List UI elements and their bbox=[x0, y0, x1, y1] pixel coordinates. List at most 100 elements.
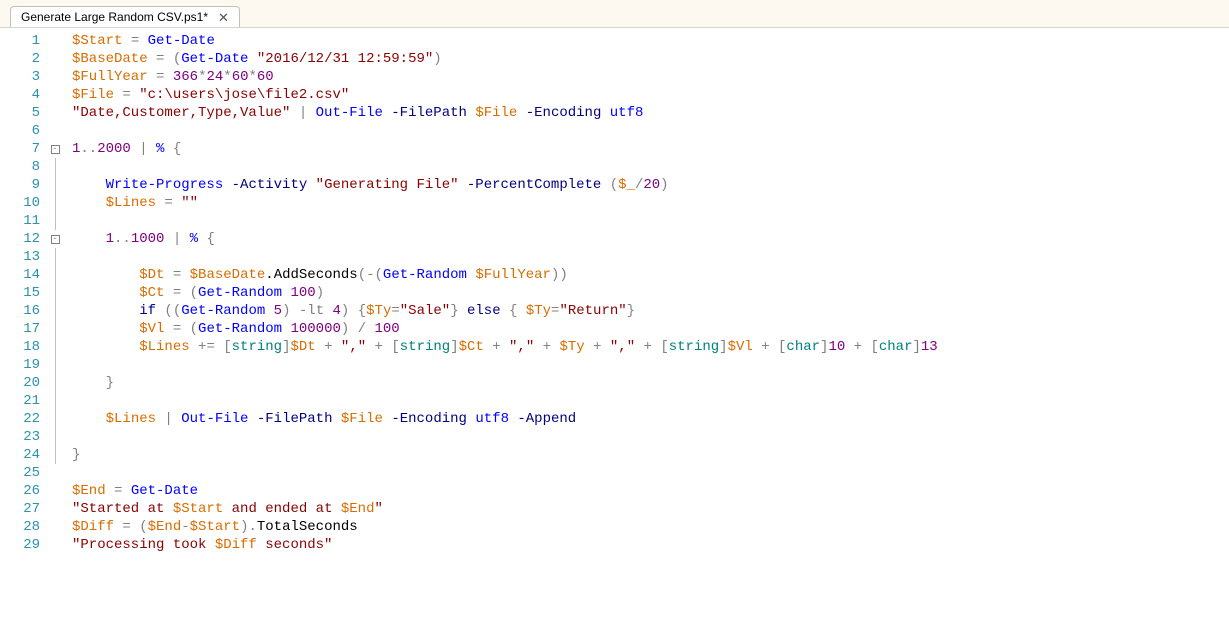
parameter: -Encoding bbox=[391, 411, 467, 427]
line-number: 11 bbox=[0, 212, 40, 230]
number: 366 bbox=[173, 69, 198, 85]
tab-file[interactable]: Generate Large Random CSV.ps1* ✕ bbox=[10, 6, 240, 27]
line-number: 13 bbox=[0, 248, 40, 266]
code-line bbox=[72, 248, 1229, 266]
method: AddSeconds bbox=[274, 267, 358, 283]
token: + bbox=[316, 339, 341, 355]
token: ) bbox=[660, 177, 668, 193]
token: [ bbox=[870, 339, 878, 355]
line-number: 19 bbox=[0, 356, 40, 374]
variable: $BaseDate bbox=[72, 51, 148, 67]
token: = ( bbox=[164, 285, 198, 301]
token: ) bbox=[433, 51, 441, 67]
variable: $Ty bbox=[526, 303, 551, 319]
fold-cell bbox=[48, 356, 62, 374]
fold-line bbox=[55, 284, 56, 302]
token: | bbox=[156, 411, 181, 427]
token: [ bbox=[223, 339, 231, 355]
number: 10 bbox=[828, 339, 845, 355]
number: 60 bbox=[232, 69, 249, 85]
token: } bbox=[106, 375, 114, 391]
token: + bbox=[484, 339, 509, 355]
type: char bbox=[786, 339, 820, 355]
string: "2016/12/31 12:59:59" bbox=[257, 51, 433, 67]
line-number: 14 bbox=[0, 266, 40, 284]
close-icon[interactable]: ✕ bbox=[216, 11, 231, 24]
code-area[interactable]: $Start = Get-Date$BaseDate = (Get-Date "… bbox=[62, 28, 1229, 626]
string: and ended at bbox=[223, 501, 341, 517]
variable: $Start bbox=[173, 501, 223, 517]
parameter: -PercentComplete bbox=[467, 177, 601, 193]
fold-toggle-icon[interactable]: - bbox=[51, 145, 60, 154]
fold-cell: - bbox=[48, 230, 62, 248]
token: ) bbox=[316, 285, 324, 301]
line-number: 8 bbox=[0, 158, 40, 176]
token: = bbox=[148, 69, 173, 85]
fold-cell bbox=[48, 392, 62, 410]
code-line bbox=[72, 356, 1229, 374]
token: ). bbox=[240, 519, 257, 535]
line-number: 5 bbox=[0, 104, 40, 122]
token: + bbox=[585, 339, 610, 355]
token bbox=[248, 51, 256, 67]
fold-line bbox=[55, 356, 56, 374]
token: = ( bbox=[164, 321, 198, 337]
fold-line bbox=[55, 248, 56, 266]
code-editor[interactable]: 1234567891011121314151617181920212223242… bbox=[0, 28, 1229, 626]
argument: utf8 bbox=[610, 105, 644, 121]
tab-bar: Generate Large Random CSV.ps1* ✕ bbox=[0, 0, 1229, 28]
token: [ bbox=[660, 339, 668, 355]
fold-cell bbox=[48, 212, 62, 230]
line-number: 3 bbox=[0, 68, 40, 86]
fold-cell bbox=[48, 536, 62, 554]
argument: utf8 bbox=[475, 411, 509, 427]
token: + bbox=[534, 339, 559, 355]
string: "" bbox=[181, 195, 198, 211]
fold-line bbox=[55, 392, 56, 410]
token: )) bbox=[551, 267, 568, 283]
code-line: } bbox=[72, 374, 1229, 392]
line-number: 17 bbox=[0, 320, 40, 338]
token: * bbox=[223, 69, 231, 85]
token: = bbox=[156, 195, 181, 211]
code-line: $Lines | Out-File -FilePath $File -Encod… bbox=[72, 410, 1229, 428]
token bbox=[265, 303, 273, 319]
line-number: 15 bbox=[0, 284, 40, 302]
token: = bbox=[114, 87, 139, 103]
token: + bbox=[635, 339, 660, 355]
type: string bbox=[669, 339, 719, 355]
fold-line bbox=[55, 446, 56, 464]
code-line: $Ct = (Get-Random 100) bbox=[72, 284, 1229, 302]
cmdlet: Get-Random bbox=[383, 267, 467, 283]
parameter: -FilePath bbox=[391, 105, 467, 121]
string: "Return" bbox=[559, 303, 626, 319]
line-number: 18 bbox=[0, 338, 40, 356]
method: TotalSeconds bbox=[257, 519, 358, 535]
token: | bbox=[290, 105, 315, 121]
token: + bbox=[366, 339, 391, 355]
fold-cell bbox=[48, 50, 62, 68]
variable: $End bbox=[148, 519, 182, 535]
token: .. bbox=[114, 231, 131, 247]
cmdlet: Get-Random bbox=[181, 303, 265, 319]
variable: $Dt bbox=[290, 339, 315, 355]
fold-cell bbox=[48, 176, 62, 194]
variable: $End bbox=[341, 501, 375, 517]
token: ( bbox=[601, 177, 618, 193]
code-line bbox=[72, 464, 1229, 482]
code-line: $BaseDate = (Get-Date "2016/12/31 12:59:… bbox=[72, 50, 1229, 68]
string: "Date,Customer,Type,Value" bbox=[72, 105, 290, 121]
line-number: 4 bbox=[0, 86, 40, 104]
fold-cell bbox=[48, 410, 62, 428]
line-number: 25 bbox=[0, 464, 40, 482]
parameter: -FilePath bbox=[257, 411, 333, 427]
fold-toggle-icon[interactable]: - bbox=[51, 235, 60, 244]
number: 2000 bbox=[97, 141, 131, 157]
variable: $Start bbox=[72, 33, 122, 49]
line-number: 9 bbox=[0, 176, 40, 194]
variable: $_ bbox=[618, 177, 635, 193]
number: 100 bbox=[375, 321, 400, 337]
code-line bbox=[72, 392, 1229, 410]
line-number: 6 bbox=[0, 122, 40, 140]
token: + bbox=[845, 339, 870, 355]
